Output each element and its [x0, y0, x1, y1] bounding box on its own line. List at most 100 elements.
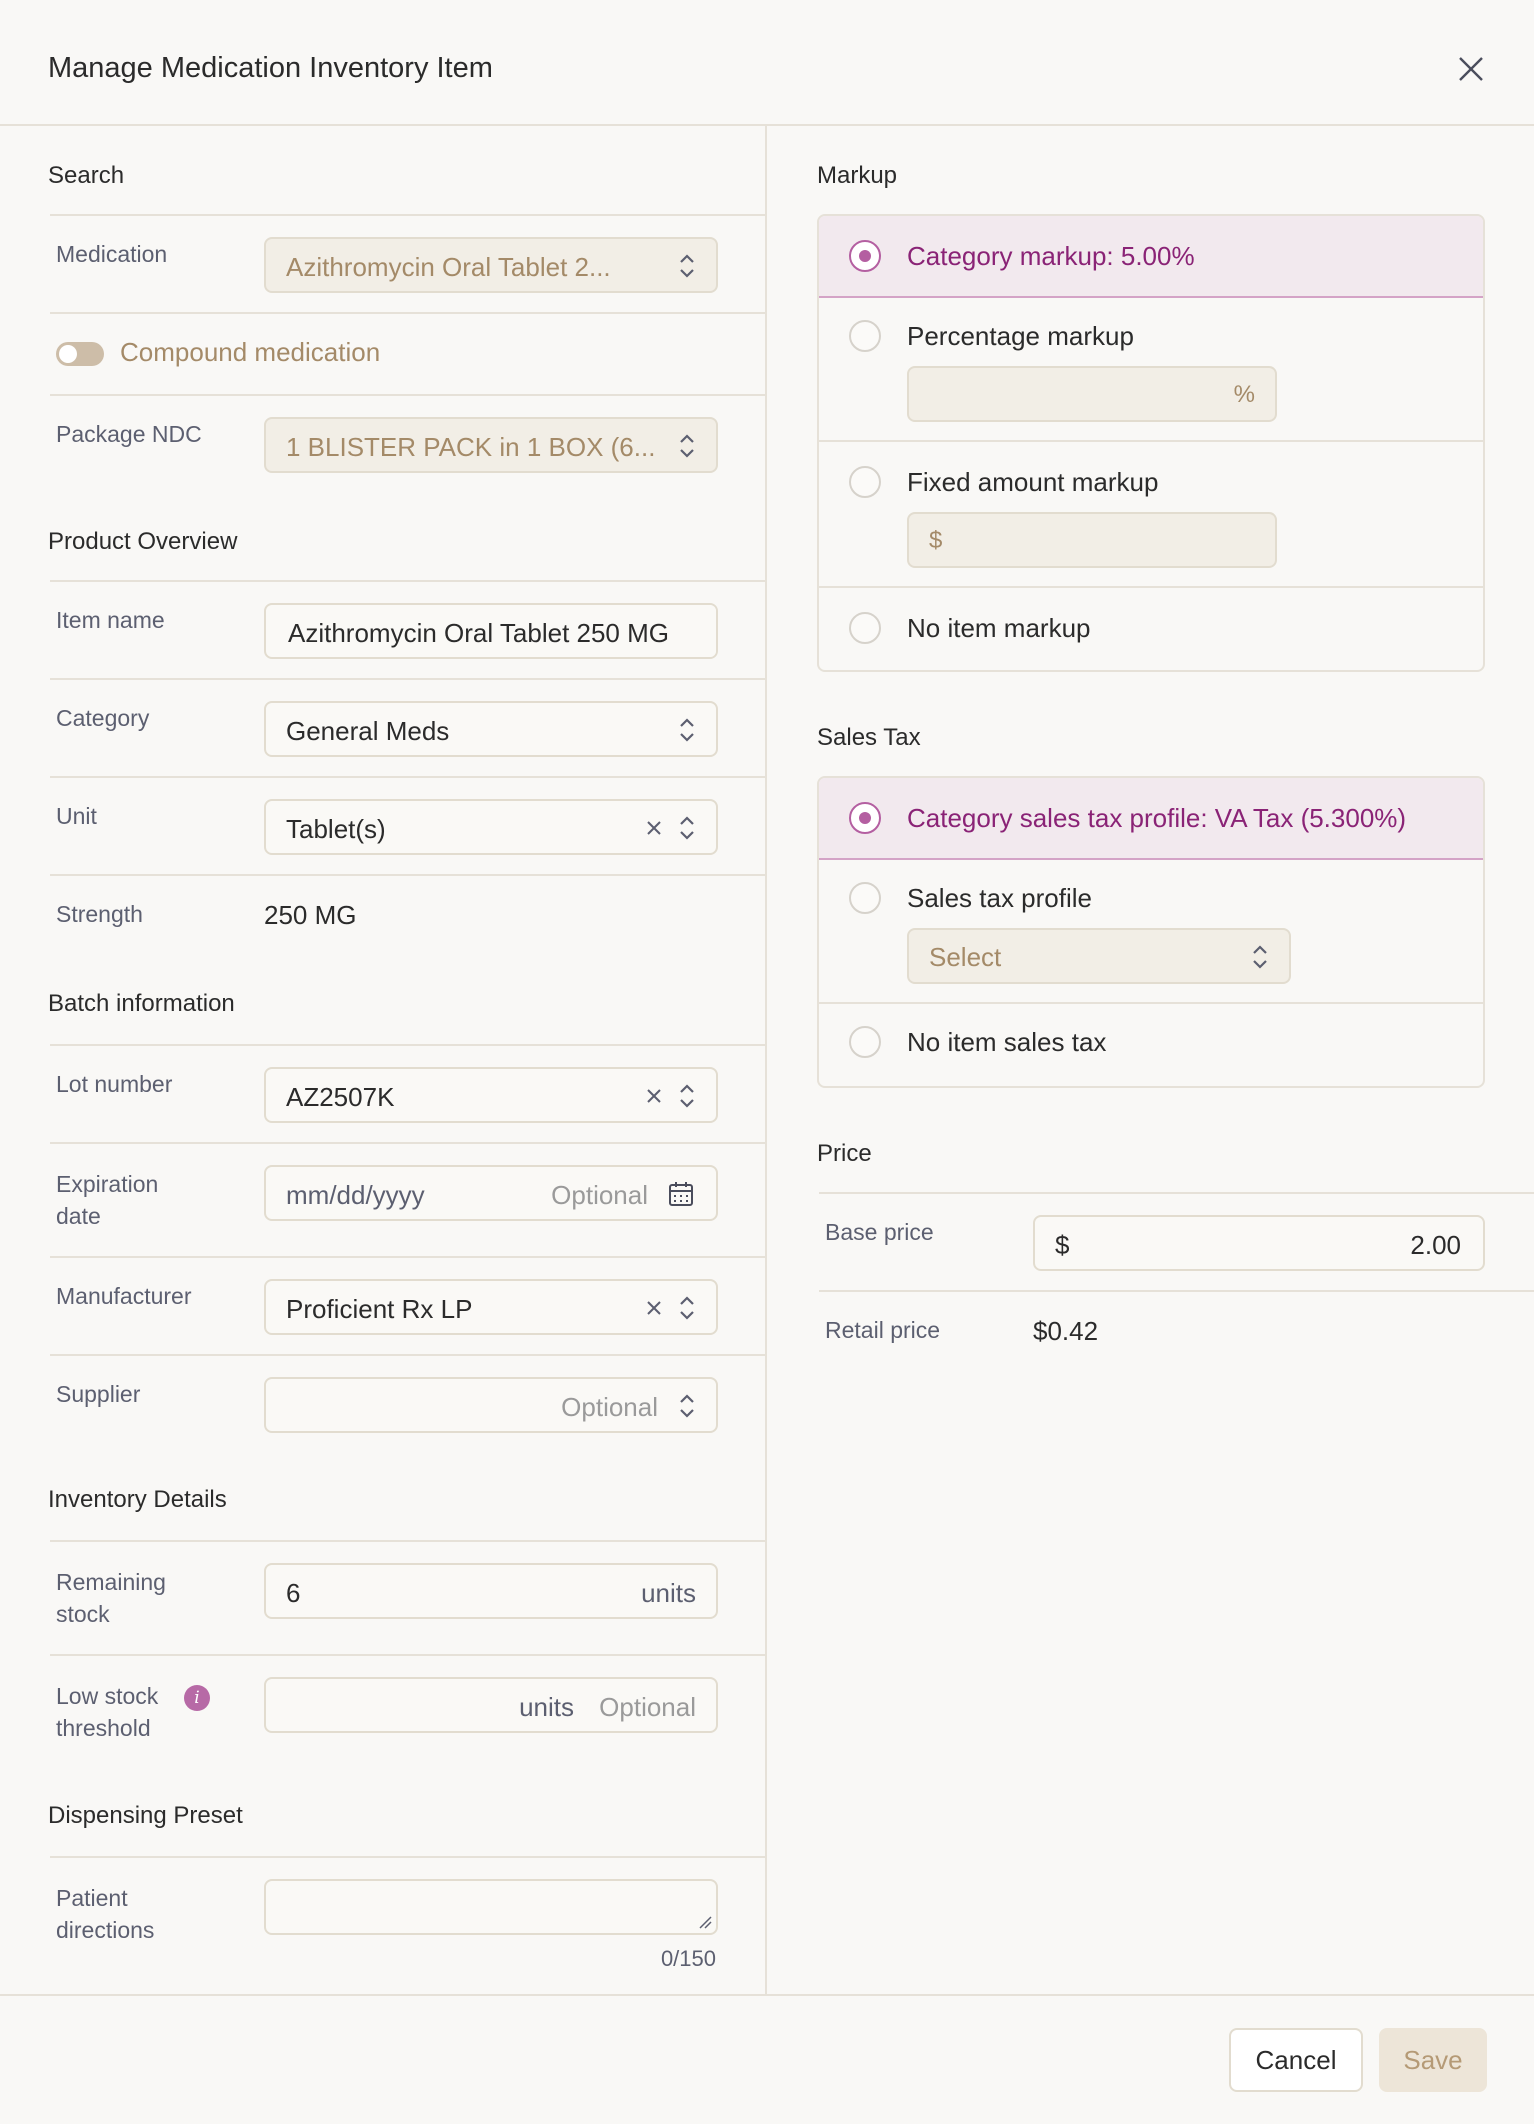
- radio-button[interactable]: [849, 612, 881, 644]
- remaining-label-line2: stock: [56, 1601, 110, 1627]
- divider: [50, 678, 765, 680]
- category-select[interactable]: General Meds: [264, 701, 718, 757]
- expiration-date-input[interactable]: mm/dd/yyyy Optional: [264, 1165, 718, 1221]
- radio-button-selected[interactable]: [849, 240, 881, 272]
- divider: [50, 1142, 765, 1144]
- chevron-updown-icon: [680, 816, 694, 840]
- remaining-stock-input[interactable]: 6 units: [264, 1563, 718, 1619]
- chevron-updown-icon: [680, 1296, 694, 1320]
- section-title-price: Price: [817, 1140, 872, 1167]
- unit-label: Unit: [56, 803, 97, 829]
- section-title-search: Search: [48, 162, 125, 189]
- unit-value: Tablet(s): [286, 814, 386, 844]
- resize-handle-icon[interactable]: [698, 1915, 712, 1929]
- section-title-product: Product Overview: [48, 528, 238, 555]
- markup-option-category[interactable]: Category markup: 5.00%: [819, 216, 1483, 298]
- markup-option-percentage[interactable]: Percentage markup %: [819, 296, 1483, 442]
- tax-option-profile-label: Sales tax profile: [907, 883, 1092, 913]
- supplier-label: Supplier: [56, 1381, 141, 1407]
- dialog-title: Manage Medication Inventory Item: [48, 52, 493, 84]
- item-name-label: Item name: [56, 607, 165, 633]
- clear-icon[interactable]: [644, 1298, 664, 1318]
- sales-tax-radio-group: Category sales tax profile: VA Tax (5.30…: [817, 776, 1485, 1088]
- divider: [50, 394, 765, 396]
- item-name-value: Azithromycin Oral Tablet 250 MG: [288, 618, 669, 648]
- divider: [819, 1290, 1534, 1292]
- base-price-input[interactable]: $ 2.00: [1033, 1215, 1485, 1271]
- divider: [50, 214, 765, 216]
- unit-select[interactable]: Tablet(s): [264, 799, 718, 855]
- clear-icon[interactable]: [644, 818, 664, 838]
- divider: [819, 1192, 1534, 1194]
- patient-directions-label-line2: directions: [56, 1917, 155, 1943]
- radio-button[interactable]: [849, 466, 881, 498]
- cancel-button[interactable]: Cancel: [1229, 2028, 1363, 2092]
- chevron-updown-icon: [680, 718, 694, 742]
- lot-value: AZ2507K: [286, 1082, 395, 1112]
- tax-profile-select[interactable]: Select: [907, 928, 1291, 984]
- calendar-icon[interactable]: [668, 1181, 694, 1207]
- markup-option-none-label: No item markup: [907, 613, 1091, 643]
- compound-toggle[interactable]: [56, 342, 104, 366]
- right-panel: Markup Category markup: 5.00% Percentage…: [769, 126, 1534, 1996]
- ndc-value: 1 BLISTER PACK in 1 BOX (6...: [286, 432, 656, 462]
- category-label: Category: [56, 705, 150, 731]
- medication-value: Azithromycin Oral Tablet 2...: [286, 252, 611, 282]
- radio-button-selected[interactable]: [849, 802, 881, 834]
- tax-option-category[interactable]: Category sales tax profile: VA Tax (5.30…: [819, 778, 1483, 860]
- item-name-input[interactable]: Azithromycin Oral Tablet 250 MG: [264, 603, 718, 659]
- section-title-inventory: Inventory Details: [48, 1486, 227, 1513]
- medication-label: Medication: [56, 241, 168, 267]
- close-icon[interactable]: [1454, 52, 1488, 86]
- strength-value: 250 MG: [264, 900, 357, 930]
- percentage-markup-input[interactable]: %: [907, 366, 1277, 422]
- patient-directions-label-line1: Patient: [56, 1885, 128, 1911]
- left-panel: Search Medication Azithromycin Oral Tabl…: [0, 126, 767, 1996]
- markup-option-none[interactable]: No item markup: [819, 588, 1483, 668]
- compound-label: Compound medication: [120, 337, 381, 367]
- category-value: General Meds: [286, 716, 450, 746]
- divider: [50, 1540, 765, 1542]
- character-counter: 0/150: [660, 1946, 716, 1971]
- low-stock-label-line1: Low stock: [56, 1683, 159, 1709]
- save-button[interactable]: Save: [1379, 2028, 1487, 2092]
- dialog-footer: Cancel Save: [0, 1994, 1534, 2124]
- retail-price-value: $0.42: [1033, 1316, 1099, 1346]
- divider: [50, 1256, 765, 1258]
- remaining-unit: units: [641, 1578, 696, 1608]
- manufacturer-select[interactable]: Proficient Rx LP: [264, 1279, 718, 1335]
- tax-option-none[interactable]: No item sales tax: [819, 1004, 1483, 1082]
- markup-option-fixed[interactable]: Fixed amount markup $: [819, 442, 1483, 588]
- info-icon[interactable]: i: [184, 1685, 210, 1711]
- clear-icon[interactable]: [644, 1086, 664, 1106]
- chevron-updown-icon: [680, 1394, 694, 1418]
- fixed-markup-input[interactable]: $: [907, 512, 1277, 568]
- manufacturer-value: Proficient Rx LP: [286, 1294, 473, 1324]
- radio-button[interactable]: [849, 1026, 881, 1058]
- chevron-updown-icon: [1253, 945, 1267, 969]
- tax-option-none-label: No item sales tax: [907, 1027, 1107, 1057]
- medication-select[interactable]: Azithromycin Oral Tablet 2...: [264, 237, 718, 293]
- chevron-updown-icon: [680, 254, 694, 278]
- remaining-stock-value: 6: [286, 1578, 301, 1608]
- supplier-optional: Optional: [561, 1392, 658, 1422]
- dollar-symbol: $: [929, 527, 943, 554]
- divider: [50, 874, 765, 876]
- radio-button[interactable]: [849, 882, 881, 914]
- expiration-placeholder: mm/dd/yyyy: [286, 1180, 425, 1210]
- expiration-label-line1: Expiration: [56, 1171, 159, 1197]
- ndc-select[interactable]: 1 BLISTER PACK in 1 BOX (6...: [264, 417, 718, 473]
- lot-select[interactable]: AZ2507K: [264, 1067, 718, 1123]
- markup-option-percentage-label: Percentage markup: [907, 321, 1134, 351]
- divider: [50, 1856, 765, 1858]
- retail-price-label: Retail price: [825, 1317, 941, 1343]
- manufacturer-label: Manufacturer: [56, 1283, 192, 1309]
- tax-option-profile[interactable]: Sales tax profile Select: [819, 858, 1483, 1004]
- low-stock-label-line2: threshold: [56, 1715, 151, 1741]
- markup-radio-group: Category markup: 5.00% Percentage markup…: [817, 214, 1485, 672]
- low-stock-input[interactable]: units Optional: [264, 1677, 718, 1733]
- chevron-updown-icon: [680, 434, 694, 458]
- radio-button[interactable]: [849, 320, 881, 352]
- patient-directions-textarea[interactable]: [264, 1879, 718, 1935]
- supplier-select[interactable]: Optional: [264, 1377, 718, 1433]
